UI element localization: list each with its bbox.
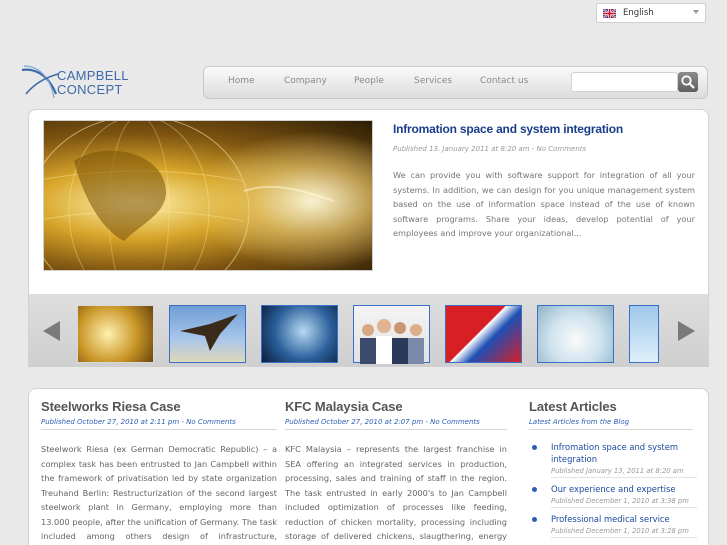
bullet-icon (532, 487, 537, 492)
post-kfc: KFC Malaysia Case Published October 27, … (285, 399, 507, 545)
article-date: Published December 1, 2010 at 3:28 pm (551, 527, 697, 538)
carousel-next-icon[interactable] (678, 321, 695, 341)
thumbnail-flags[interactable] (445, 305, 522, 363)
thumbnail-flower[interactable] (629, 305, 659, 363)
people-shape (360, 319, 424, 364)
list-item[interactable]: Our experience and expertise Published D… (529, 483, 697, 508)
featured-meta: Published 13. January 2011 at 8:20 am - … (393, 145, 587, 153)
main-nav: Home Company People Services Contact us (203, 66, 708, 99)
post-meta[interactable]: Published October 27, 2010 at 2:11 pm - … (41, 418, 277, 426)
latest-articles-list: Infromation space and system integration… (529, 441, 697, 538)
divider (285, 429, 507, 430)
latest-articles-subtitle: Latest Articles from the Blog (529, 418, 630, 426)
divider (529, 429, 693, 430)
featured-title[interactable]: Infromation space and system integration (393, 122, 623, 136)
thumbnail-carousel (29, 294, 708, 367)
language-label: English (623, 8, 654, 18)
logo-swoosh-icon (21, 65, 59, 99)
search-input[interactable] (572, 76, 677, 95)
carousel-prev-icon[interactable] (43, 321, 60, 341)
article-date: Published December 1, 2010 at 3:38 pm (551, 497, 697, 508)
post-meta[interactable]: Published October 27, 2010 at 2:07 pm - … (285, 418, 507, 426)
content-panel: Steelworks Riesa Case Published October … (28, 388, 709, 545)
bullet-icon (532, 445, 537, 450)
language-select[interactable]: English (596, 3, 706, 23)
latest-articles: Latest Articles Latest Articles from the… (529, 399, 697, 543)
nav-services[interactable]: Services (414, 76, 452, 86)
featured-excerpt: We can provide you with software support… (393, 170, 695, 239)
list-item[interactable]: Professional medical service Published D… (529, 513, 697, 538)
thumbnail-globe[interactable] (77, 305, 154, 363)
chevron-down-icon (693, 10, 699, 14)
logo-text-line1: CAMPBELL (57, 68, 129, 83)
logo[interactable]: CAMPBELL CONCEPT (20, 64, 140, 104)
thumbnail-eagle[interactable] (169, 305, 246, 363)
featured-image[interactable] (43, 120, 373, 271)
nav-people[interactable]: People (354, 76, 384, 86)
nav-home[interactable]: Home (228, 76, 255, 86)
eagle-shape (180, 314, 238, 351)
thumbnail-head[interactable] (261, 305, 338, 363)
bullet-icon (532, 517, 537, 522)
search-button[interactable] (678, 72, 698, 92)
article-link[interactable]: Infromation space and system integration (551, 441, 697, 465)
logo-text-line2: CONCEPT (57, 82, 123, 97)
article-link[interactable]: Professional medical service (551, 513, 697, 525)
thumbnail-water[interactable] (537, 305, 614, 363)
divider (41, 429, 277, 430)
post-excerpt: KFC Malaysia – represents the largest fr… (285, 444, 507, 541)
article-link[interactable]: Our experience and expertise (551, 483, 697, 495)
post-excerpt: Steelwork Riesa (ex German Democratic Re… (41, 444, 277, 541)
featured-post-panel: Infromation space and system integration… (28, 109, 709, 367)
hero-glow (192, 131, 372, 270)
post-title[interactable]: Steelworks Riesa Case (41, 399, 277, 414)
post-steelworks: Steelworks Riesa Case Published October … (41, 399, 277, 545)
nav-company[interactable]: Company (284, 76, 327, 86)
article-date: Published January 13, 2011 at 8:20 am (551, 467, 697, 478)
nav-contact[interactable]: Contact us (480, 76, 528, 86)
search-box (571, 72, 678, 95)
search-icon (681, 75, 695, 89)
thumbnail-people[interactable] (353, 305, 430, 364)
post-title[interactable]: KFC Malaysia Case (285, 399, 507, 414)
list-item[interactable]: Infromation space and system integration… (529, 441, 697, 478)
latest-articles-title: Latest Articles (529, 399, 617, 414)
uk-flag-icon (603, 8, 616, 18)
